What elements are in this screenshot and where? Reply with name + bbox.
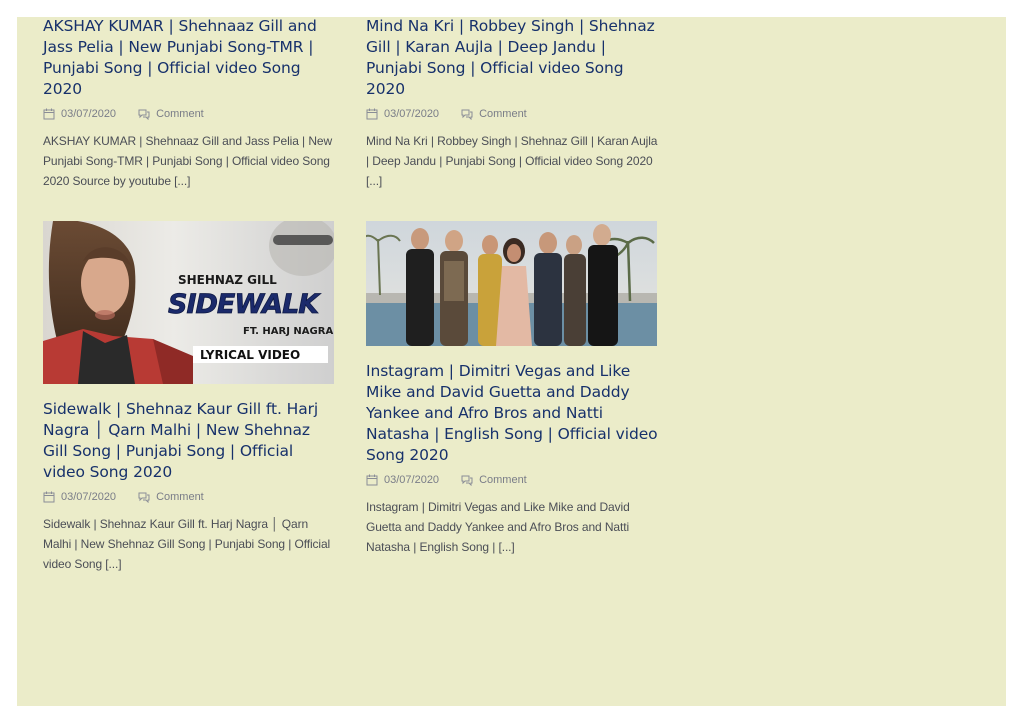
- post-date[interactable]: 03/07/2020: [384, 474, 439, 486]
- calendar-icon: [43, 108, 55, 120]
- post-card: Mind Na Kri | Robbey Singh | Shehnaz Gil…: [366, 17, 658, 191]
- post-title[interactable]: Mind Na Kri | Robbey Singh | Shehnaz Gil…: [366, 17, 658, 100]
- post-card: AKSHAY KUMAR | Shehnaaz Gill and Jass Pe…: [43, 17, 335, 191]
- comment-link[interactable]: Comment: [156, 491, 204, 503]
- post-excerpt: AKSHAY KUMAR | Shehnaaz Gill and Jass Pe…: [43, 134, 333, 188]
- post-card: Instagram | Dimitri Vegas and Like Mike …: [366, 221, 658, 557]
- post-thumbnail[interactable]: [366, 221, 657, 346]
- comments-icon: [138, 492, 150, 503]
- post-title[interactable]: Sidewalk | Shehnaz Kaur Gill ft. Harj Na…: [43, 399, 335, 483]
- comment-link[interactable]: Comment: [479, 108, 527, 120]
- thumb-artist: SHEHNAZ GILL: [178, 273, 277, 287]
- calendar-icon: [43, 491, 55, 503]
- post-grid: AKSHAY KUMAR | Shehnaaz Gill and Jass Pe…: [17, 17, 1006, 706]
- comments-icon: [461, 109, 473, 120]
- comments-icon: [461, 475, 473, 486]
- post-excerpt: Instagram | Dimitri Vegas and Like Mike …: [366, 500, 630, 554]
- post-date[interactable]: 03/07/2020: [384, 108, 439, 120]
- thumb-song: SIDEWALK: [168, 289, 321, 320]
- post-meta: 03/07/2020 Comment: [366, 471, 658, 489]
- post-excerpt: Mind Na Kri | Robbey Singh | Shehnaz Gil…: [366, 134, 658, 188]
- calendar-icon: [366, 108, 378, 120]
- post-meta: 03/07/2020 Comment: [43, 105, 335, 123]
- comment-link[interactable]: Comment: [156, 108, 204, 120]
- post-meta: 03/07/2020 Comment: [366, 105, 658, 123]
- sidewalk-thumbnail-image: SHEHNAZ GILL SIDEWALK FT. HARJ NAGRA LYR…: [43, 221, 334, 384]
- post-date[interactable]: 03/07/2020: [61, 108, 116, 120]
- thumb-tag: LYRICAL VIDEO: [200, 348, 300, 362]
- calendar-icon: [366, 474, 378, 486]
- post-card: SHEHNAZ GILL SIDEWALK FT. HARJ NAGRA LYR…: [43, 221, 335, 574]
- post-title[interactable]: Instagram | Dimitri Vegas and Like Mike …: [366, 361, 658, 466]
- post-meta: 03/07/2020 Comment: [43, 488, 335, 506]
- post-excerpt: Sidewalk | Shehnaz Kaur Gill ft. Harj Na…: [43, 517, 331, 571]
- thumb-feat: FT. HARJ NAGRA: [243, 326, 333, 337]
- comments-icon: [138, 109, 150, 120]
- post-thumbnail[interactable]: SHEHNAZ GILL SIDEWALK FT. HARJ NAGRA LYR…: [43, 221, 334, 384]
- post-title[interactable]: AKSHAY KUMAR | Shehnaaz Gill and Jass Pe…: [43, 17, 335, 100]
- post-date[interactable]: 03/07/2020: [61, 491, 116, 503]
- comment-link[interactable]: Comment: [479, 474, 527, 486]
- instagram-thumbnail-image: [366, 221, 657, 346]
